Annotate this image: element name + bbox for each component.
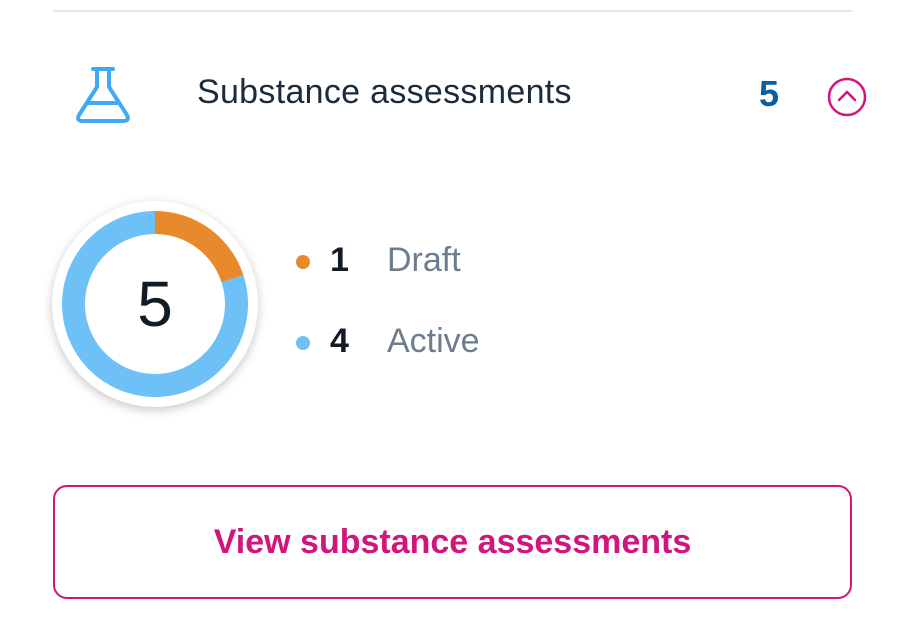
legend-label-draft: Draft [387, 241, 461, 279]
section-title: Substance assessments [197, 73, 572, 111]
view-substance-assessments-button[interactable]: View substance assessments [53, 485, 852, 599]
legend-value-draft: 1 [330, 241, 349, 279]
section-header[interactable]: Substance assessments 5 [53, 55, 873, 135]
legend-label-active: Active [387, 322, 480, 360]
legend-value-active: 4 [330, 322, 349, 360]
flask-icon [76, 67, 130, 123]
substance-assessments-card: Substance assessments 5 5 1 Draft 4 Acti… [0, 0, 905, 630]
chevron-up-circle-icon[interactable] [827, 77, 867, 117]
donut-total: 5 [137, 268, 173, 340]
legend-dot-active [296, 336, 310, 350]
status-donut-chart: 5 [52, 201, 258, 407]
top-divider [53, 10, 852, 12]
section-count: 5 [759, 73, 780, 114]
legend-dot-draft [296, 255, 310, 269]
